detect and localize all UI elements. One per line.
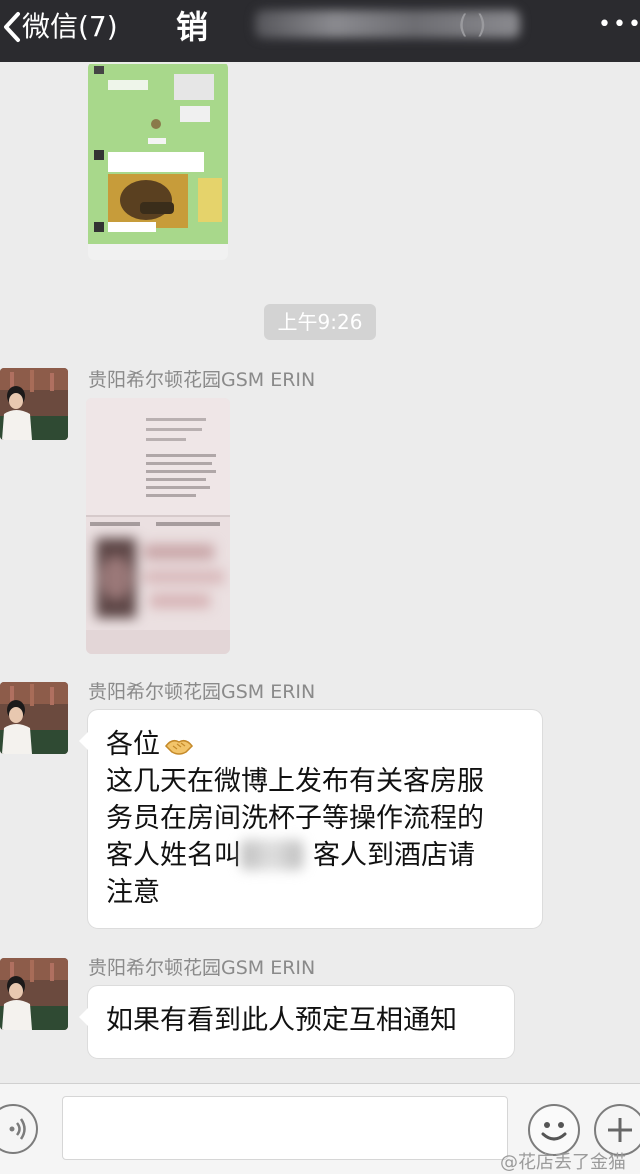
more-options-button[interactable]: ••• xyxy=(598,10,640,40)
voice-input-button[interactable] xyxy=(0,1104,38,1154)
shared-image-chat-screenshot[interactable] xyxy=(88,62,228,260)
message-line: 如果有看到此人预定互相通知 xyxy=(106,1005,457,1036)
message-line: 各位 xyxy=(106,726,542,763)
back-chevron-icon[interactable] xyxy=(2,10,24,44)
message-fragment: 客人姓名叫 xyxy=(106,840,241,871)
message-line: 这几天在微博上发布有关客房服 xyxy=(106,766,484,797)
timestamp-badge: 上午9:26 xyxy=(264,304,376,340)
message-bubble-followup[interactable]: 如果有看到此人预定互相通知 xyxy=(79,986,514,1058)
message-line: 客人姓名叫 客人到酒店请 xyxy=(106,837,542,874)
shared-image-passport[interactable] xyxy=(86,398,230,654)
top-bar: 微信(7) 销 ( ) ••• xyxy=(0,0,640,62)
chat-title: 销 xyxy=(176,8,209,46)
message-fragment: 客人到酒店请 xyxy=(313,840,475,871)
plus-icon xyxy=(608,1118,632,1142)
weibo-watermark: @花店丢了金猫 xyxy=(500,1148,626,1174)
watermark-prefix: @ xyxy=(500,1152,518,1173)
sender-avatar[interactable] xyxy=(0,958,68,1030)
watermark-text: 花店丢了金猫 xyxy=(518,1152,626,1173)
sender-avatar[interactable] xyxy=(0,368,68,440)
back-button-label[interactable]: 微信(7) xyxy=(22,10,118,44)
redacted-name-blur xyxy=(241,840,303,870)
sender-name: 贵阳希尔顿花园GSM ERIN xyxy=(88,957,316,979)
sender-avatar[interactable] xyxy=(0,682,68,754)
smiley-icon xyxy=(541,1122,567,1141)
sender-name: 贵阳希尔顿花园GSM ERIN xyxy=(88,369,316,391)
chat-title-member-count: ( ) xyxy=(458,10,487,40)
message-input[interactable] xyxy=(62,1096,508,1160)
greeting-text: 各位 xyxy=(106,729,160,760)
voice-wave-icon xyxy=(9,1118,26,1140)
message-bubble-announcement[interactable]: 各位 这几天在微博上发布有关客房服 务员在房间洗杯子等操作流程的 客人姓名叫 客人… xyxy=(79,710,542,928)
message-line: 务员在房间洗杯子等操作流程的 xyxy=(106,803,484,834)
sender-name: 贵阳希尔顿花园GSM ERIN xyxy=(88,681,316,703)
message-line: 注意 xyxy=(106,877,160,908)
handshake-icon xyxy=(165,739,193,755)
